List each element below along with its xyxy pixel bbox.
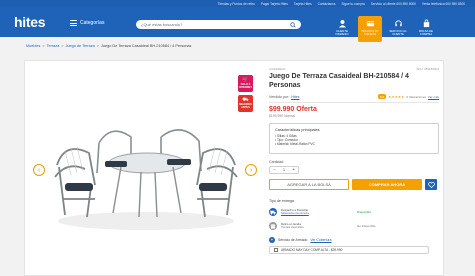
product-image (54, 129, 238, 230)
assembly-service: ✦ Servicio de Armado Ver Cobertura (269, 237, 439, 243)
categories-label: Categorías (80, 20, 105, 26)
support-icon (394, 20, 402, 27)
brand-label: CASAIDEAL (269, 67, 286, 71)
prev-image-button[interactable]: ‹ (33, 164, 45, 176)
seller-link[interactable]: Hites (291, 95, 299, 99)
sku-label: SKU: 051156001 (416, 67, 439, 71)
breadcrumb-item[interactable]: Juego de Terraza (65, 44, 94, 48)
badge-label: SOLO X INTERNET (239, 83, 252, 89)
assembly-label: Servicio de Armado (278, 238, 308, 242)
hites-logo[interactable]: hites (14, 14, 45, 30)
coverage-link[interactable]: Ver Cobertura (310, 238, 331, 242)
sold-by-label: Vendido por: (269, 94, 290, 99)
promo-badges: 🛒 SOLO X INTERNET ⛟ MEJORES ANTES (238, 75, 253, 112)
badge-label: MEJORES ANTES (239, 103, 252, 109)
breadcrumb-separator: > (42, 44, 45, 48)
header-bag-label: BOLSA DE COMPRA (419, 29, 433, 37)
brand-sku-row: CASAIDEAL SKU: 051156001 (269, 67, 439, 71)
feature-item: • Material: Metal-Ratán PVC (275, 142, 315, 146)
breadcrumb-separator: > (96, 44, 99, 48)
assembly-checkbox[interactable] (274, 248, 278, 252)
customer-service-phone[interactable]: Servicio al cliente 600 550 8000 (371, 2, 416, 6)
delivery-text: Retiro en tienda Tiendas disponibles (281, 222, 351, 230)
quantity-value[interactable]: 1 (283, 168, 285, 172)
quantity-label: Cantidad (269, 160, 284, 164)
assembly-option[interactable]: ARMADO MAY DAY COMP ALTA - $39.990 (269, 246, 429, 254)
search-input[interactable] (141, 21, 286, 28)
breadcrumb-current: Juego De Terraza Casaideal BH-210584 / 4… (100, 44, 192, 48)
delivery-title: Tipo de entrega (269, 199, 295, 203)
features-title: Características principales (275, 128, 320, 132)
seller-row: Vendido por: Hites 5.0 ★★★★★ 0 Valoracio… (269, 94, 439, 99)
features-box: Características principales • Sillas: 4 … (269, 123, 439, 154)
header-login-button[interactable]: CLIENTE INGRESO (330, 16, 354, 42)
rating-value: 5.0 (378, 94, 387, 99)
top-utility-bar: Tiendas y Puntos de retiro Pagar Tarjeta… (0, 0, 475, 7)
top-utility-links: Tiendas y Puntos de retiro Pagar Tarjeta… (218, 0, 465, 7)
chevron-right-icon: › (249, 166, 253, 174)
categories-button[interactable]: Categorías (70, 20, 104, 26)
delivery-text: Despacho a Domicilio Selecciona una comu… (281, 208, 351, 215)
header-bag-button[interactable]: BOLSA DE COMPRA (414, 16, 438, 42)
breadcrumb: Muebles > Terraza > Juego de Terraza > J… (26, 44, 191, 48)
star-icons: ★★★★★ (388, 94, 405, 99)
card-icon (366, 21, 374, 27)
add-to-bag-button[interactable]: AGREGAR A LA BOLSA (269, 179, 349, 190)
header-card-request-label: SOLICITA TU TARJETA (361, 29, 379, 37)
store-icon (269, 222, 277, 230)
rating-count: 0 Valoraciones (406, 94, 426, 99)
mejores-antes-badge: ⛟ MEJORES ANTES (238, 95, 253, 112)
breadcrumb-item[interactable]: Terraza (47, 44, 60, 48)
heart-icon (427, 181, 435, 188)
quantity-stepper: − 1 + (269, 166, 299, 174)
breadcrumb-separator: > (61, 44, 64, 48)
delivery-status: Disponible (357, 210, 372, 214)
assembly-option-label: ARMADO MAY DAY COMP ALTA - $39.990 (281, 248, 343, 252)
search-icon[interactable] (290, 21, 296, 28)
contact-link[interactable]: Contáctanos (318, 2, 336, 6)
wrench-icon: ✦ (269, 237, 275, 243)
offer-price: $99.990 Oferta (269, 106, 317, 113)
quantity-increase-button[interactable]: + (292, 167, 295, 173)
card-link[interactable]: Tarjeta Hites (294, 2, 312, 6)
stores-available-label: Tiendas disponibles (281, 226, 304, 230)
product-card: ‹ › 🛒 SOLO X INTERNET ⛟ MEJORES ANTES CA… (24, 60, 444, 276)
quantity-decrease-button[interactable]: − (273, 167, 276, 173)
stores-link[interactable]: Tiendas y Puntos de retiro (218, 2, 255, 6)
product-title: Juego De Terraza Casaideal BH-210584 / 4… (269, 73, 409, 89)
header-support-label: SERVICIO AL CLIENTE (389, 29, 407, 37)
user-icon (338, 19, 346, 28)
header-support-button[interactable]: SERVICIO AL CLIENTE (386, 16, 410, 42)
wishlist-button[interactable] (425, 179, 437, 190)
purchase-actions: AGREGAR A LA BOLSA COMPRAR AHORA (269, 179, 439, 190)
solo-x-internet-badge: 🛒 SOLO X INTERNET (238, 75, 253, 92)
see-more-link[interactable]: Ver más (428, 95, 439, 99)
product-info: CASAIDEAL SKU: 051156001 Juego De Terraz… (269, 67, 439, 254)
menu-icon (70, 20, 77, 26)
next-image-button[interactable]: › (245, 164, 257, 176)
header-login-label: CLIENTE INGRESO (335, 29, 349, 37)
header-card-request-button[interactable]: SOLICITA TU TARJETA (358, 16, 382, 42)
bag-icon (423, 19, 429, 28)
delivery-option-store: Retiro en tienda Tiendas disponibles No … (269, 221, 439, 231)
breadcrumb-item[interactable]: Muebles (26, 44, 40, 48)
phone-sales[interactable]: Venta telefónica 600 550 8300 (422, 2, 465, 6)
delivery-option-home: Despacho a Domicilio Selecciona una comu… (269, 207, 439, 217)
buy-now-button[interactable]: COMPRAR AHORA (352, 179, 422, 190)
normal-price: $199.990 Normal (269, 114, 296, 118)
pay-card-link[interactable]: Pagar Tarjeta Hites (261, 2, 288, 6)
delivery-status: No Disponible (357, 224, 376, 228)
divider (269, 102, 439, 103)
truck-icon (269, 208, 277, 216)
select-commune-link[interactable]: Selecciona una comuna (281, 212, 351, 215)
header-tiles: CLIENTE INGRESO SOLICITA TU TARJETA SERV… (330, 16, 438, 42)
rating: 5.0 ★★★★★ 0 Valoraciones Ver más (378, 94, 439, 99)
chevron-left-icon: ‹ (37, 166, 41, 174)
search-bar (136, 20, 301, 29)
track-order-link[interactable]: Sigue tu compra (342, 2, 365, 6)
site-header: hites Categorías CLIENTE INGRESO SOLICIT… (0, 7, 475, 42)
